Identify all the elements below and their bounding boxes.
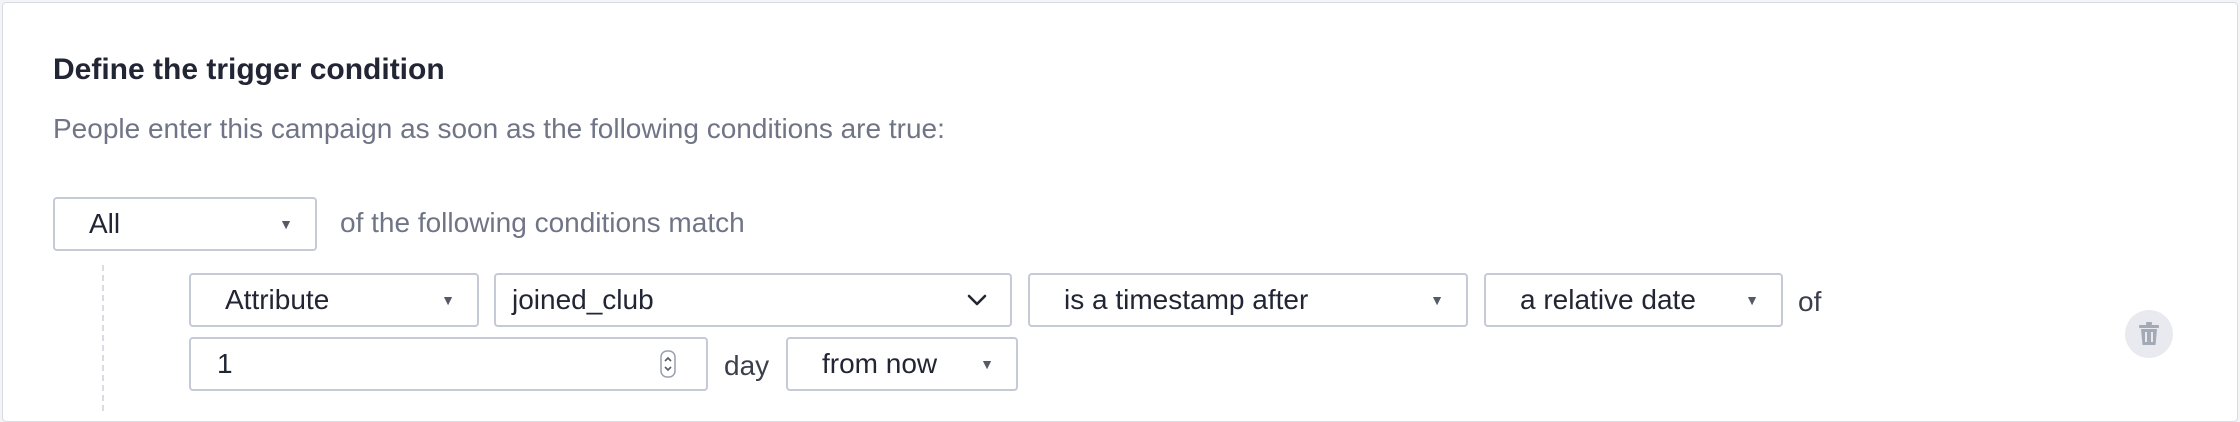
section-subtitle: People enter this campaign as soon as th… [53,113,945,144]
caret-down-icon: ▼ [441,292,455,308]
operator-value: is a timestamp after [1064,284,1309,315]
condition-type-select[interactable]: Attribute ▼ [189,273,479,327]
unit-text: day [724,350,770,381]
operator-select[interactable]: is a timestamp after ▼ [1028,273,1468,327]
of-text: of [1798,286,1822,317]
trash-icon [2139,322,2159,345]
number-stepper-icon[interactable] [660,350,676,378]
date-mode-value: a relative date [1520,284,1696,315]
caret-down-icon: ▼ [1430,292,1444,308]
attribute-value: joined_club [512,284,654,315]
chevron-down-icon [967,294,987,306]
date-mode-select[interactable]: a relative date ▼ [1484,273,1783,327]
caret-down-icon: ▼ [279,216,293,232]
caret-down-icon: ▼ [1745,292,1759,308]
direction-select[interactable]: from now ▼ [786,337,1018,391]
condition-type-value: Attribute [225,284,330,315]
amount-value: 1 [217,348,233,379]
attribute-select[interactable]: joined_club [494,273,1012,327]
delete-condition-button[interactable] [2125,310,2173,358]
direction-value: from now [822,348,938,379]
match-suffix-text: of the following conditions match [340,207,745,238]
amount-number-input[interactable]: 1 [189,337,708,391]
section-title: Define the trigger condition [53,53,445,86]
trigger-condition-card: Define the trigger condition People ente… [2,2,2238,422]
caret-down-icon: ▼ [980,356,994,372]
match-mode-select[interactable]: All ▼ [53,197,317,251]
match-mode-value: All [89,208,121,239]
condition-group-guide [102,265,104,411]
